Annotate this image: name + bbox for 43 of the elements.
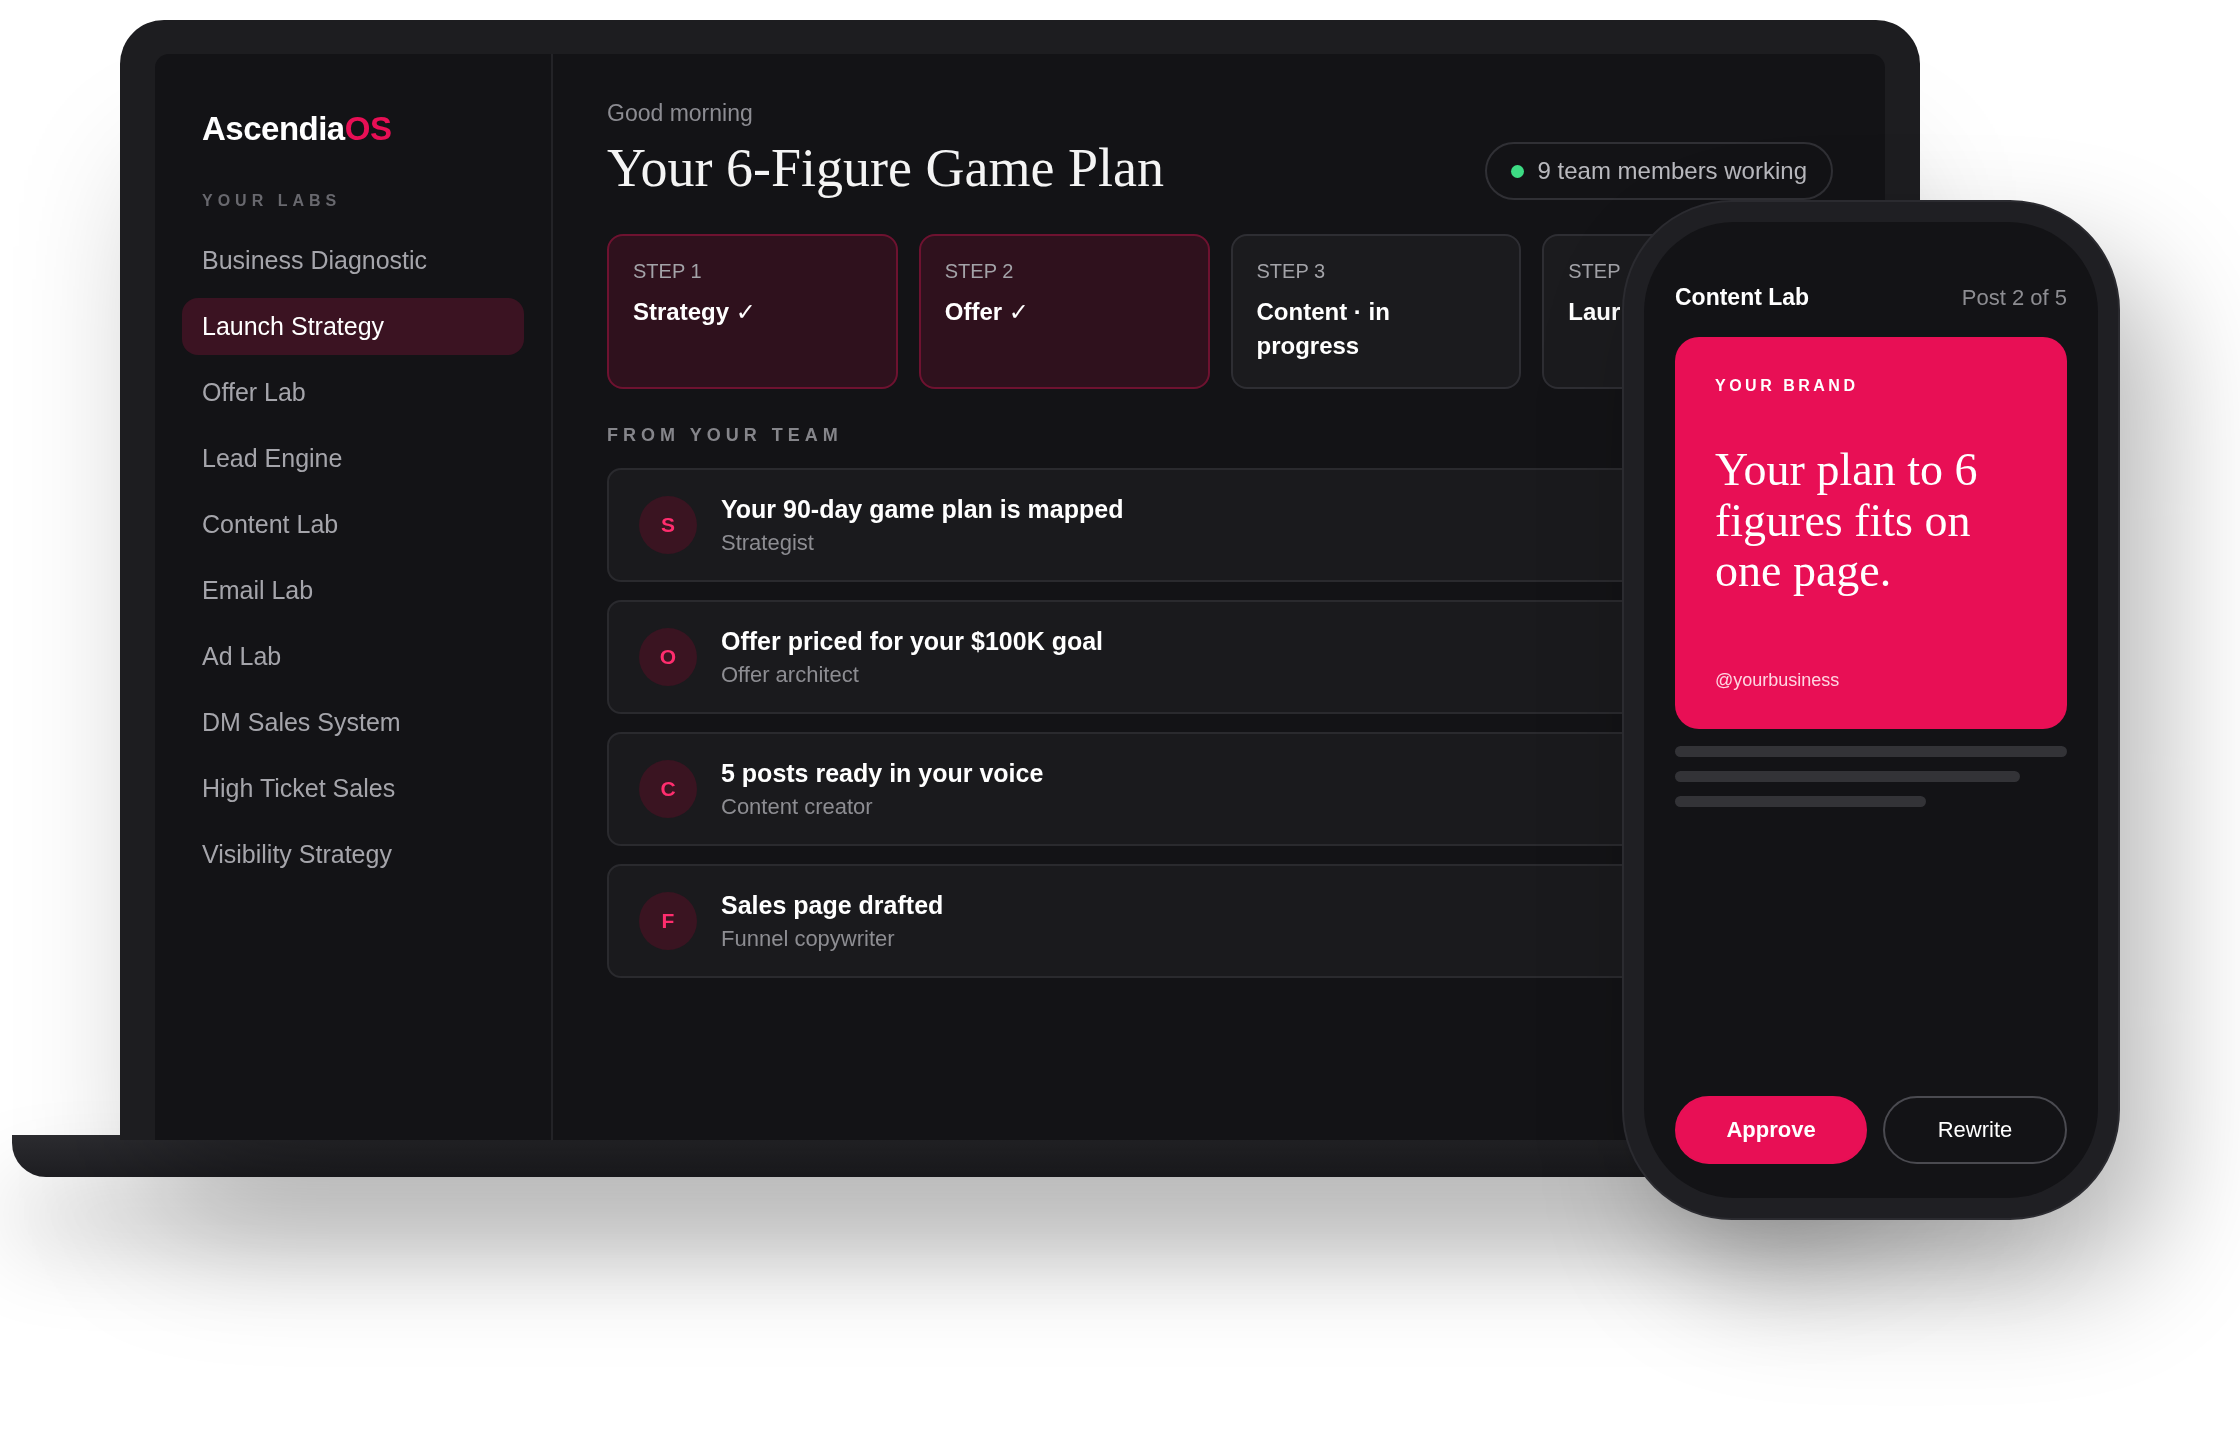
avatar: C [639,760,697,818]
avatar: O [639,628,697,686]
update-role: Offer architect [721,661,860,688]
post-handle: @yourbusiness [1715,670,1841,691]
sidebar-item[interactable]: Offer Lab [182,364,524,421]
update-title: Offer priced for your $100K goal [721,626,1104,656]
approve-button[interactable]: Approve [1675,1096,1867,1164]
update-title: 5 posts ready in your voice [721,758,1044,788]
avatar: S [639,496,697,554]
update-role: Funnel copywriter [721,925,896,952]
step-title: Offer ✓ [944,297,1029,327]
rewrite-button[interactable]: Rewrite [1883,1096,2067,1164]
step-title: Content · in progress [1256,297,1391,361]
post-eyebrow: YOUR BRAND [1715,377,1860,395]
page-title: Your 6-Figure Game Plan [607,137,1164,199]
step-label: STEP 1 [633,260,702,283]
update-role: Content creator [721,793,874,820]
greeting: Good morning [607,100,754,127]
step-label: STEP 3 [1256,260,1326,283]
sidebar-item[interactable]: Launch Strategy [182,298,524,355]
update-role: Strategist [721,529,815,556]
post-counter: Post 2 of 5 [1961,285,2067,311]
status-text: 9 team members working [1537,157,1807,185]
sidebar-heading: YOUR LABS [202,192,343,210]
sidebar-item[interactable]: Content Lab [182,496,524,553]
step-title: Strategy ✓ [633,297,756,327]
section-heading: FROM YOUR TEAM [607,425,844,446]
sidebar-item[interactable]: High Ticket Sales [182,760,524,817]
sidebar-item[interactable]: Ad Lab [182,628,524,685]
step-title: Laur [1568,297,1621,327]
sidebar-item[interactable]: DM Sales System [182,694,524,751]
sidebar-item[interactable]: Business Diagnostic [182,232,524,289]
step-label: STEP [1568,260,1621,283]
update-title: Your 90-day game plan is mapped [721,494,1124,524]
phone-title: Content Lab [1675,284,1810,311]
update-title: Sales page drafted [721,890,944,920]
brand-logo: AscendiaOS [201,110,393,148]
step-label: STEP 2 [944,260,1014,283]
sidebar-item[interactable]: Lead Engine [182,430,524,487]
sidebar-item[interactable]: Email Lab [182,562,524,619]
post-headline: Your plan to 6 figures fits on one page. [1715,445,1979,597]
sidebar-item[interactable]: Visibility Strategy [182,826,524,883]
avatar: F [639,892,697,950]
